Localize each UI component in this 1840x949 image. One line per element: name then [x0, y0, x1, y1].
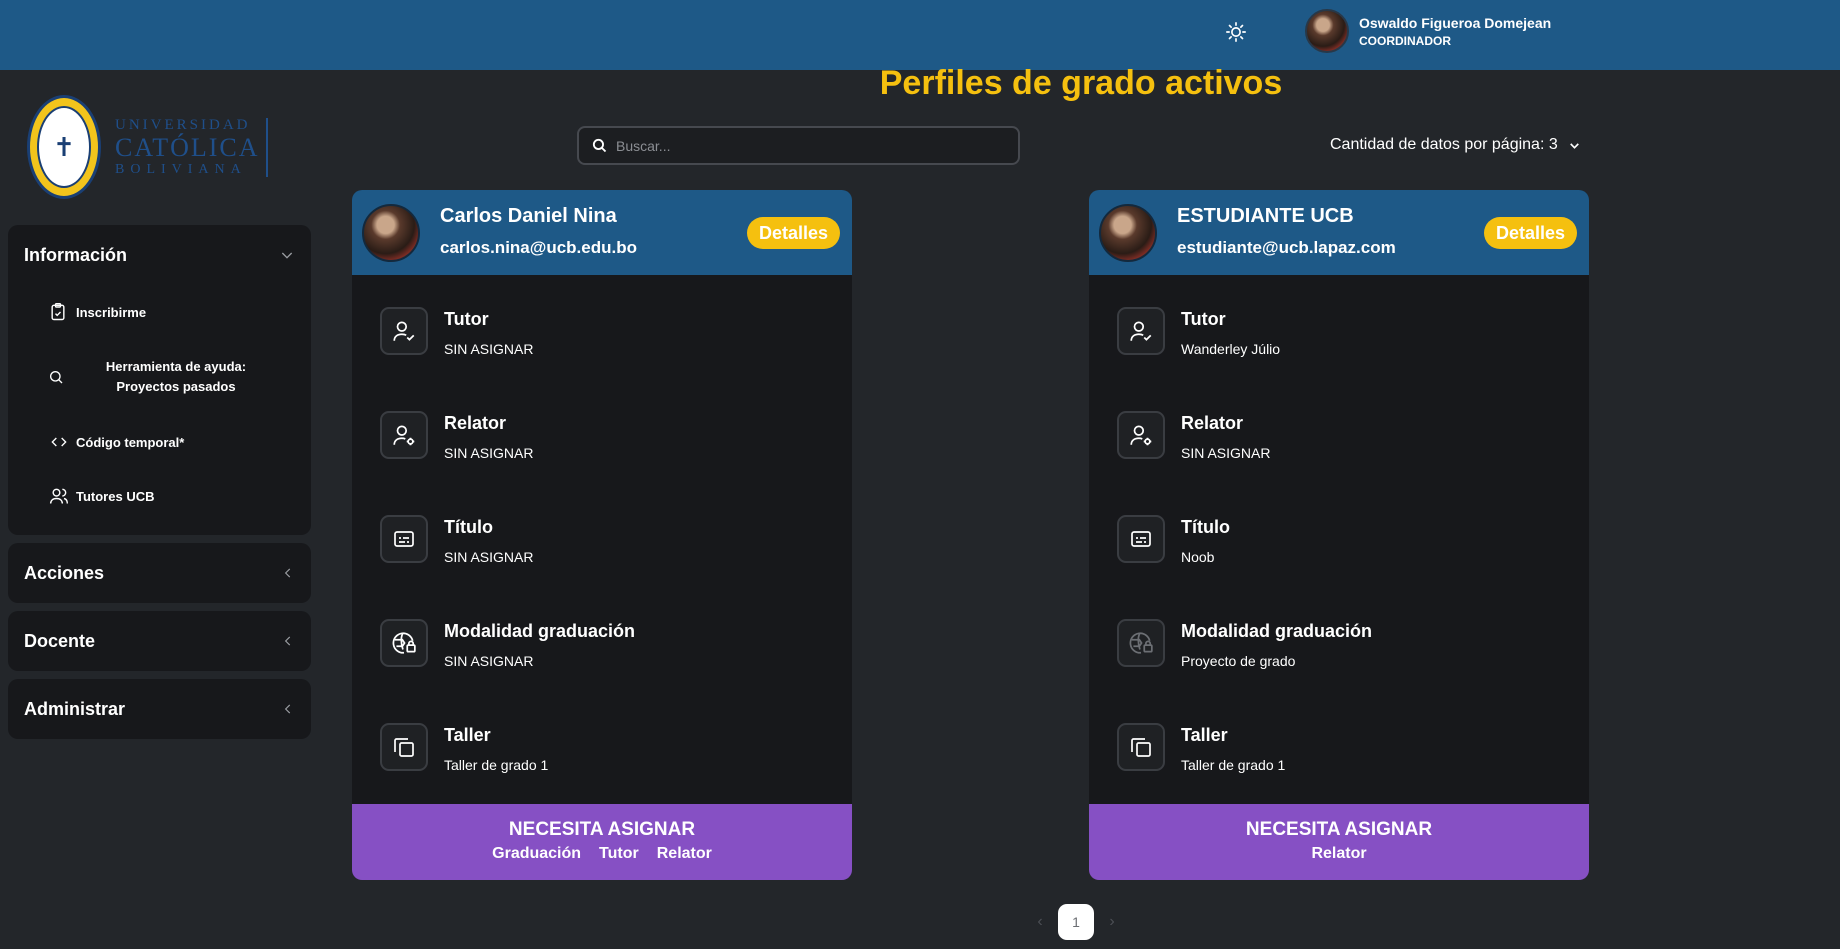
- footer-item: Tutor: [599, 845, 639, 862]
- search-input[interactable]: [616, 137, 1006, 154]
- sidebar-header-informacion[interactable]: Información: [8, 225, 311, 285]
- chevron-down-icon: [1569, 142, 1579, 149]
- details-button[interactable]: Detalles: [1483, 217, 1577, 249]
- search-box[interactable]: [577, 126, 1020, 165]
- user-check-icon: [1117, 307, 1165, 355]
- globe-lock-icon: [1117, 619, 1165, 667]
- field-value: SIN ASIGNAR: [444, 653, 534, 669]
- sidebar-item-label: Tutores UCB: [76, 488, 155, 504]
- sidebar-item-label: Código temporal*: [76, 434, 185, 450]
- card-name: ESTUDIANTE UCB: [1177, 205, 1354, 227]
- avatar: [1305, 9, 1349, 53]
- caption-icon: [380, 515, 428, 563]
- per-page-select[interactable]: Cantidad de datos por página: 3: [1330, 136, 1581, 154]
- user-menu[interactable]: Oswaldo Figueroa Domejean COORDINADOR: [1305, 9, 1551, 53]
- sidebar-item-label: Herramienta de ayuda: Proyectos pasados: [105, 359, 247, 394]
- chevron-left-icon: [284, 568, 291, 578]
- user-role: COORDINADOR: [1359, 33, 1451, 48]
- sidebar-header-label: Acciones: [24, 562, 105, 583]
- field-value: SIN ASIGNAR: [444, 549, 534, 565]
- card-header: ESTUDIANTE UCB estudiante@ucb.lapaz.com …: [1089, 190, 1589, 275]
- field-label: Tutor: [444, 309, 489, 329]
- code-icon: [48, 434, 76, 450]
- copy-icon: [380, 723, 428, 771]
- search-icon: [48, 369, 76, 385]
- clipboard-icon: [48, 302, 76, 322]
- sidebar-header-label: Información: [24, 244, 128, 265]
- sidebar-item-tutores-ucb[interactable]: Tutores UCB: [8, 469, 311, 523]
- field-value: Taller de grado 1: [444, 757, 549, 773]
- field-label: Relator: [1181, 413, 1244, 433]
- field-value: SIN ASIGNAR: [1181, 445, 1271, 461]
- card-name: Carlos Daniel Nina: [440, 205, 617, 227]
- avatar: [362, 203, 420, 262]
- profile-card: Carlos Daniel Nina carlos.nina@ucb.edu.b…: [352, 190, 852, 880]
- chevron-right-icon[interactable]: ›: [1102, 913, 1122, 931]
- chevron-left-icon: [284, 636, 291, 646]
- sidebar-section-docente[interactable]: Docente: [8, 611, 311, 671]
- users-icon: [48, 486, 76, 506]
- card-email: carlos.nina@ucb.edu.bo: [440, 238, 637, 257]
- caption-icon: [1117, 515, 1165, 563]
- details-button[interactable]: Detalles: [746, 217, 840, 249]
- footer-title: NECESITA ASIGNAR: [508, 819, 696, 840]
- footer-item: Graduación: [492, 845, 582, 862]
- sidebar-header-label: Docente: [24, 630, 96, 651]
- logo-line-2: CATÓLICA: [115, 132, 260, 162]
- card-header: Carlos Daniel Nina carlos.nina@ucb.edu.b…: [352, 190, 852, 275]
- user-check-icon: [380, 307, 428, 355]
- chevron-left-icon[interactable]: ‹: [1030, 913, 1050, 931]
- field-label: Modalidad graduación: [444, 621, 636, 641]
- field-label: Relator: [444, 413, 507, 433]
- chevron-down-icon: [281, 252, 293, 259]
- user-name: Oswaldo Figueroa Domejean: [1359, 14, 1552, 31]
- sidebar-item-codigo-temporal[interactable]: Código temporal*: [8, 415, 311, 469]
- footer-item: Relator: [1311, 845, 1367, 862]
- card-footer: NECESITA ASIGNAR Graduación Tutor Relato…: [352, 804, 852, 880]
- top-bar: Oswaldo Figueroa Domejean COORDINADOR: [0, 0, 1840, 70]
- card-footer: NECESITA ASIGNAR Relator: [1089, 804, 1589, 880]
- search-icon: [592, 138, 607, 153]
- field-label: Título: [1181, 517, 1230, 537]
- field-label: Título: [444, 517, 493, 537]
- chevron-left-icon: [284, 704, 291, 714]
- page-title: Perfiles de grado activos: [879, 64, 1283, 102]
- sun-icon[interactable]: [1222, 18, 1250, 46]
- sidebar-item-label: Inscribirme: [76, 304, 147, 320]
- sidebar-section-informacion: Información Inscribirme Herramienta de a…: [8, 225, 311, 535]
- page-number[interactable]: 1: [1058, 904, 1094, 940]
- user-gear-icon: [1117, 411, 1165, 459]
- university-logo[interactable]: ✝ UNIVERSIDAD CATÓLICA BOLIVIANA: [27, 95, 268, 199]
- avatar: [1099, 203, 1157, 262]
- field-label: Taller: [1181, 725, 1228, 745]
- sidebar-item-herramienta[interactable]: Herramienta de ayuda: Proyectos pasados: [8, 339, 311, 415]
- pagination: ‹ 1 ›: [1030, 904, 1122, 940]
- logo-line-3: BOLIVIANA: [115, 161, 247, 177]
- field-value: SIN ASIGNAR: [444, 341, 534, 357]
- field-label: Tutor: [1181, 309, 1226, 329]
- profile-card: ESTUDIANTE UCB estudiante@ucb.lapaz.com …: [1089, 190, 1589, 880]
- field-value: Noob: [1181, 549, 1215, 565]
- copy-icon: [1117, 723, 1165, 771]
- user-gear-icon: [380, 411, 428, 459]
- per-page-label: Cantidad de datos por página: 3: [1330, 136, 1558, 153]
- field-value: Wanderley Júlio: [1181, 341, 1281, 357]
- globe-lock-icon: [380, 619, 428, 667]
- footer-item: Relator: [656, 845, 712, 862]
- footer-title: NECESITA ASIGNAR: [1245, 819, 1433, 840]
- field-label: Modalidad graduación: [1181, 621, 1373, 641]
- sidebar-section-administrar[interactable]: Administrar: [8, 679, 311, 739]
- university-seal: ✝: [27, 95, 101, 199]
- field-value: Taller de grado 1: [1181, 757, 1286, 773]
- sidebar-item-inscribirme[interactable]: Inscribirme: [8, 285, 311, 339]
- field-label: Taller: [444, 725, 491, 745]
- sidebar-header-label: Administrar: [24, 698, 126, 719]
- field-value: SIN ASIGNAR: [444, 445, 534, 461]
- logo-line-1: UNIVERSIDAD: [115, 116, 251, 133]
- field-value: Proyecto de grado: [1181, 653, 1296, 669]
- card-email: estudiante@ucb.lapaz.com: [1177, 238, 1396, 257]
- sidebar-section-acciones[interactable]: Acciones: [8, 543, 311, 603]
